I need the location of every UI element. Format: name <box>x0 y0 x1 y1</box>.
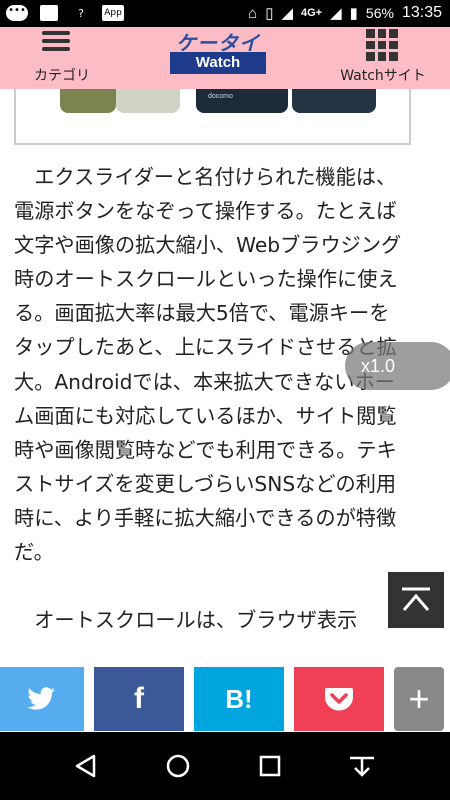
network-type: 4G+ <box>301 7 323 19</box>
more-share-button[interactable]: + <box>394 667 444 731</box>
wifi-icon: ◢ <box>281 5 293 22</box>
facebook-share-button[interactable]: f <box>94 667 184 731</box>
image-notification-icon <box>38 3 60 23</box>
plus-icon: + <box>408 678 430 719</box>
hamburger-icon <box>42 31 70 55</box>
logo-bottom-text: Watch <box>170 52 266 74</box>
article-body: エクスライダーと名付けられた機能は、電源ボタンをなぞって操作する。たとえば文字や… <box>14 160 404 637</box>
back-triangle-icon <box>75 754 96 778</box>
pocket-share-button[interactable] <box>294 667 384 731</box>
article-paragraph: オートスクロールは、ブラウザ表示 <box>34 608 358 633</box>
battery-icon: ▮ <box>349 5 358 22</box>
twitter-bird-icon <box>27 687 55 710</box>
grid-icon <box>366 29 398 61</box>
pocket-icon <box>325 688 353 711</box>
zoom-level-badge: x1.0 <box>345 342 450 390</box>
watch-sites-label: Watchサイト <box>340 68 426 84</box>
watch-sites-button[interactable]: Watchサイト <box>328 27 438 89</box>
navigation-bar <box>0 732 450 800</box>
logo-top-text: ケータイ <box>176 31 260 55</box>
back-to-top-button[interactable] <box>388 572 444 628</box>
nfc-icon: ▯ <box>265 5 274 22</box>
back-button[interactable] <box>66 750 106 782</box>
status-bar: ••• ? App ⌂ ▯ ◢ 4G+ ◢ ▮ 56% 13:35 <box>0 0 450 27</box>
clock: 13:35 <box>401 4 442 21</box>
site-logo[interactable]: ケータイ Watch <box>170 27 266 77</box>
article-image[interactable]: docomo <box>14 89 411 145</box>
app-header: カテゴリ ケータイ Watch Watchサイト <box>0 27 450 89</box>
category-button[interactable]: カテゴリ <box>22 27 102 89</box>
recents-button[interactable] <box>250 750 290 782</box>
pull-down-icon <box>350 756 374 777</box>
app-notification-icon: App <box>102 3 124 23</box>
vibrate-icon: ⌂ <box>248 4 258 22</box>
hatena-bookmark-button[interactable]: B! <box>194 667 284 731</box>
phone-green <box>60 89 116 113</box>
share-bar: f B! + <box>0 664 450 732</box>
arrow-up-icon <box>402 587 430 611</box>
home-circle-icon <box>166 754 190 778</box>
wifi-question-icon: ? <box>78 6 84 20</box>
recents-square-icon <box>259 755 281 777</box>
battery-percent: 56% <box>365 5 394 21</box>
facebook-label: f <box>134 682 144 715</box>
phone-silver <box>116 89 180 113</box>
twitter-share-button[interactable] <box>0 667 84 731</box>
more-notifications-icon: ••• <box>6 3 28 23</box>
docomo-logo: docomo <box>208 93 233 100</box>
notification-pull-button[interactable] <box>342 750 382 782</box>
phone-dark-blue <box>292 89 376 113</box>
hatena-label: B! <box>225 683 253 714</box>
signal-icon: ◢ <box>330 5 342 22</box>
category-label: カテゴリ <box>34 68 90 84</box>
home-button[interactable] <box>158 750 198 782</box>
